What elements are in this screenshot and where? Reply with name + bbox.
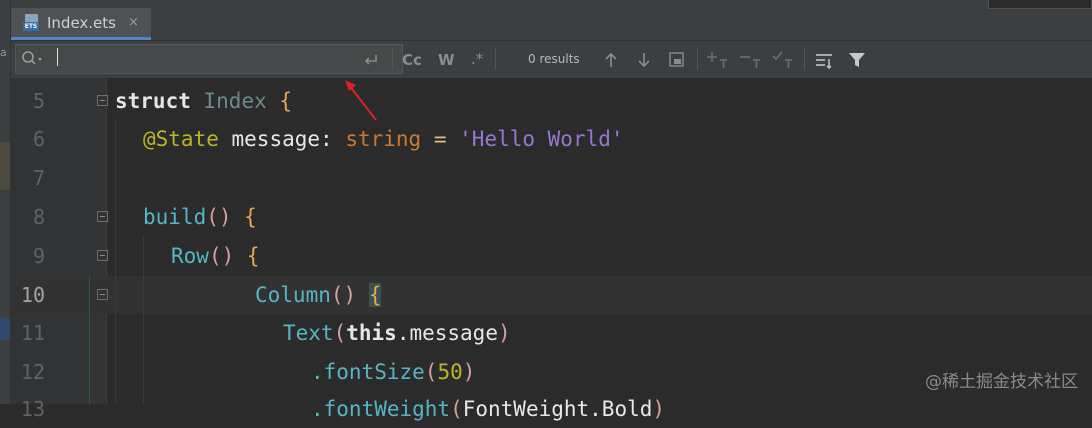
line-number: 5 — [32, 89, 45, 113]
close-icon[interactable]: × — [128, 15, 139, 30]
newline-icon[interactable] — [363, 52, 379, 68]
code-text: Row() { — [171, 244, 260, 268]
ets-file-icon: ETS — [23, 13, 41, 32]
remove-selection-icon[interactable] — [740, 50, 762, 70]
search-input[interactable] — [15, 44, 403, 74]
line-number: 13 — [20, 397, 45, 421]
match-case-button[interactable]: Cc — [402, 50, 422, 70]
code-line: 13 .fontWeight(FontWeight.Bold) — [0, 390, 1092, 428]
code-text: Column() { — [255, 283, 382, 307]
words-button[interactable]: W — [438, 50, 455, 70]
line-number: 11 — [20, 321, 45, 345]
line-number: 7 — [32, 166, 45, 190]
code-text: .fontSize(50) — [311, 360, 476, 384]
watermark: @稀土掘金技术社区 — [925, 372, 1078, 392]
code-line: 9 Row() { — [0, 237, 1092, 275]
find-bar: Cc W .* 0 results — [11, 41, 1092, 79]
select-all-icon[interactable] — [772, 50, 794, 70]
filter-settings-icon[interactable] — [815, 52, 835, 70]
code-line: 6 @State message: string = 'Hello World' — [0, 120, 1092, 158]
toolbar-box — [988, 0, 1092, 9]
annotation-arrow — [345, 80, 377, 121]
arrow-up-icon[interactable] — [603, 51, 619, 69]
regex-button[interactable]: .* — [471, 49, 483, 69]
text-cursor — [57, 48, 58, 66]
editor-tab-bar: ETS Index.ets × — [11, 0, 1092, 41]
line-number: 8 — [32, 205, 45, 229]
code-text: .fontWeight(FontWeight.Bold) — [311, 397, 666, 421]
add-selection-icon[interactable] — [707, 50, 729, 70]
fold-icon[interactable] — [97, 250, 108, 261]
fold-icon[interactable] — [97, 95, 108, 106]
tab-index-ets[interactable]: ETS Index.ets × — [11, 8, 151, 40]
line-number: 10 — [20, 283, 45, 307]
left-panel-text: a — [0, 46, 7, 59]
code-text: struct Index { — [115, 89, 293, 113]
arrow-down-icon[interactable] — [636, 51, 652, 69]
line-number: 6 — [32, 127, 45, 151]
code-line: 11 Text(this.message) — [0, 314, 1092, 352]
fold-icon[interactable] — [97, 211, 108, 222]
code-line: 7 — [0, 159, 1092, 197]
line-number: 12 — [20, 360, 45, 384]
results-count: 0 results — [528, 52, 580, 66]
fold-icon[interactable] — [97, 289, 108, 300]
open-in-window-icon[interactable] — [668, 51, 686, 69]
search-history-icon[interactable] — [21, 50, 45, 68]
tab-label: Index.ets — [47, 13, 116, 32]
code-line: 10 Column() { — [0, 276, 1092, 314]
funnel-icon[interactable] — [848, 51, 866, 69]
line-number: 9 — [32, 244, 45, 268]
code-text: Text(this.message) — [283, 321, 511, 345]
code-line: 8 build() { — [0, 198, 1092, 236]
code-text: build() { — [143, 205, 257, 229]
code-line: 5 struct Index { — [0, 82, 1092, 120]
